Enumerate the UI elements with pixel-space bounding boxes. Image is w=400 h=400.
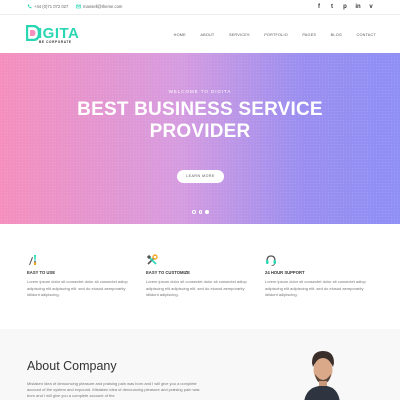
mail-icon	[76, 4, 81, 9]
slide-dot-1[interactable]	[192, 210, 196, 214]
about-section: About Company Mistaken idea of denouncin…	[0, 329, 400, 400]
slide-dot-3[interactable]	[205, 210, 209, 214]
twitter-icon[interactable]: t	[329, 3, 335, 11]
nav-blog[interactable]: BLOG	[331, 33, 342, 37]
person-photo	[304, 351, 340, 400]
phone-contact[interactable]: +44 (0)71 072 027	[27, 4, 68, 9]
nav-about[interactable]: ABOUT	[200, 33, 214, 37]
headset-icon	[266, 255, 276, 266]
email-contact[interactable]: mansell@theme.com	[76, 4, 122, 9]
tools-icon	[146, 254, 158, 265]
social-links: f t p in v	[316, 3, 374, 11]
hero-banner: WELCOME TO DIGITA BEST BUSINESS SERVICE …	[0, 53, 400, 224]
nav-portfolio[interactable]: PORTFOLIO	[264, 33, 288, 37]
top-bar: +44 (0)71 072 027 mansell@theme.com f t …	[0, 0, 400, 15]
feature-description: Lorem ipsum dolor sit consectet dolor si…	[265, 279, 366, 298]
facebook-icon[interactable]: f	[316, 3, 322, 11]
paint-brush-icon	[29, 255, 37, 265]
slider-pagination	[192, 210, 209, 214]
feature-title: 24 HOUR SUPPORT	[265, 270, 305, 275]
email-address: mansell@theme.com	[83, 4, 123, 9]
phone-icon	[27, 4, 32, 9]
hero-kicker: WELCOME TO DIGITA	[168, 89, 232, 94]
nav-contact[interactable]: CONTACT	[357, 33, 376, 37]
learn-more-button[interactable]: LEARN MORE	[177, 170, 224, 183]
pinterest-icon[interactable]: p	[342, 3, 348, 11]
vimeo-icon[interactable]: v	[368, 3, 374, 11]
nav-home[interactable]: HOME	[174, 33, 186, 37]
about-text: Mistaken idea of denouncing pleasure and…	[27, 381, 200, 399]
feature-title: EASY TO USE	[27, 270, 56, 275]
nav-services[interactable]: SERVICES	[229, 33, 250, 37]
about-title: About Company	[27, 359, 117, 373]
nav-pages[interactable]: PAGES	[302, 33, 316, 37]
site-header: IGITA BE CORPORATE HOME ABOUT SERVICES P…	[0, 15, 400, 53]
feature-title: EASY TO CUSTOMIZE	[146, 270, 190, 275]
phone-number: +44 (0)71 072 027	[34, 4, 69, 9]
feature-description: Lorem ipsum dolor sit consectet dolor si…	[146, 279, 247, 298]
linkedin-icon[interactable]: in	[355, 3, 361, 11]
slide-dot-2[interactable]	[198, 210, 203, 214]
feature-description: Lorem ipsum dolor sit consectet dolor si…	[27, 279, 128, 298]
hero-title-line1: BEST BUSINESS SERVICE	[77, 99, 323, 120]
main-nav: HOME ABOUT SERVICES PORTFOLIO PAGES BLOG…	[174, 33, 376, 37]
logo-tagline: BE CORPORATE	[39, 40, 72, 44]
hero-title-line2: PROVIDER	[149, 121, 251, 142]
